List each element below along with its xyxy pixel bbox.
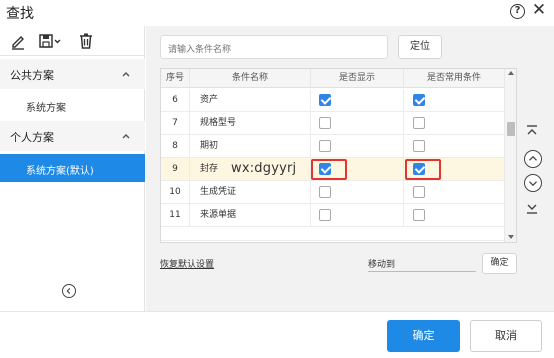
table-row[interactable]: 7 规格型号	[161, 112, 504, 135]
move-to-input[interactable]	[368, 271, 476, 272]
show-checkbox[interactable]	[319, 117, 331, 129]
header-common: 是否常用条件	[426, 73, 481, 83]
section-title: 公共方案	[10, 69, 54, 82]
collapse-sidebar-icon[interactable]	[62, 284, 76, 298]
row-condition-name: 期初	[190, 135, 311, 158]
scheme-sidebar: 公共方案 系统方案 个人方案 系统方案(默认)	[0, 26, 145, 311]
table-row[interactable]: 8 期初	[161, 135, 504, 158]
show-checkbox[interactable]	[319, 94, 331, 106]
sidebar-item-label: 系统方案	[26, 103, 66, 114]
row-number: 10	[161, 181, 190, 204]
scroll-thumb[interactable]	[507, 122, 515, 136]
common-checkbox[interactable]	[413, 209, 425, 221]
table-row[interactable]: 11 来源单据	[161, 204, 504, 227]
row-condition-name: 资产	[190, 89, 311, 112]
sidebar-item-label: 系统方案(默认)	[26, 166, 94, 177]
common-checkbox[interactable]	[413, 186, 425, 198]
move-down-icon[interactable]	[524, 174, 542, 192]
table-row[interactable]: 10 生成凭证	[161, 181, 504, 204]
move-up-icon[interactable]	[524, 150, 542, 168]
section-title: 个人方案	[10, 131, 54, 144]
scheme-toolbar	[0, 26, 145, 56]
move-to-label: 移动到	[368, 260, 396, 270]
table-header: 序号 条件名称 是否显示 是否常用条件	[161, 69, 504, 88]
annotation-box-show	[311, 159, 347, 180]
sidebar-item-system-scheme[interactable]: 系统方案	[0, 91, 145, 119]
row-condition-name: 生成凭证	[190, 181, 311, 204]
help-icon[interactable]: ?	[510, 4, 525, 19]
common-checkbox[interactable]	[413, 94, 425, 106]
annotation-box-common	[405, 159, 441, 180]
row-number: 6	[161, 89, 190, 112]
delete-icon[interactable]	[78, 32, 94, 50]
conditions-panel: 定位 序号 条件名称 是否显示 是否常用条件 6 资产 7 规格型号 8 期初 …	[146, 26, 554, 311]
header-condition-name: 条件名称	[190, 69, 311, 88]
chevron-up-icon[interactable]	[120, 68, 132, 80]
save-dropdown-icon[interactable]	[38, 32, 62, 50]
public-schemes-header[interactable]: 公共方案	[0, 59, 145, 89]
common-checkbox[interactable]	[413, 140, 425, 152]
move-to-top-icon[interactable]	[524, 124, 540, 138]
show-checkbox[interactable]	[319, 140, 331, 152]
condition-search-input[interactable]	[160, 35, 388, 59]
scroll-down-arrow-icon[interactable]	[508, 235, 514, 239]
row-condition-name: 来源单据	[190, 204, 311, 227]
chevron-up-icon[interactable]	[120, 130, 132, 142]
move-to-bottom-icon[interactable]	[524, 201, 540, 215]
edit-icon[interactable]	[10, 32, 26, 50]
personal-schemes-header[interactable]: 个人方案	[0, 121, 145, 151]
close-icon[interactable]: ✕	[530, 1, 548, 19]
header-show: 是否显示	[311, 69, 404, 88]
show-checkbox[interactable]	[319, 186, 331, 198]
conditions-table: 序号 条件名称 是否显示 是否常用条件 6 资产 7 规格型号 8 期初 9 封…	[160, 68, 517, 243]
ok-button[interactable]: 确定	[387, 320, 460, 352]
dialog-footer: 确定 取消	[0, 311, 554, 358]
sidebar-item-system-scheme-default[interactable]: 系统方案(默认)	[0, 154, 145, 182]
row-number: 7	[161, 112, 190, 135]
table-scrollbar[interactable]	[504, 69, 516, 242]
row-number: 11	[161, 204, 190, 227]
watermark-text: wx:dgyyrj	[231, 161, 297, 176]
cancel-button[interactable]: 取消	[470, 320, 542, 352]
row-condition-name: 封存 wx:dgyyrj	[190, 158, 311, 181]
row-condition-name: 规格型号	[190, 112, 311, 135]
scroll-up-arrow-icon[interactable]	[508, 71, 514, 75]
show-checkbox[interactable]	[319, 209, 331, 221]
reset-default-link[interactable]: 恢复默认设置	[160, 257, 214, 270]
row-number: 8	[161, 135, 190, 158]
locate-button[interactable]: 定位	[398, 35, 442, 59]
row-number: 9	[161, 158, 190, 181]
window-title: 查找	[6, 6, 34, 22]
row-condition-name-text: 封存	[200, 164, 219, 174]
title-bar: 查找 ? ✕	[0, 0, 554, 24]
header-num: 序号	[161, 69, 190, 88]
move-confirm-button[interactable]: 确定	[482, 253, 517, 274]
common-checkbox[interactable]	[413, 117, 425, 129]
table-row[interactable]: 6 资产	[161, 89, 504, 112]
table-row-partial	[161, 240, 504, 242]
